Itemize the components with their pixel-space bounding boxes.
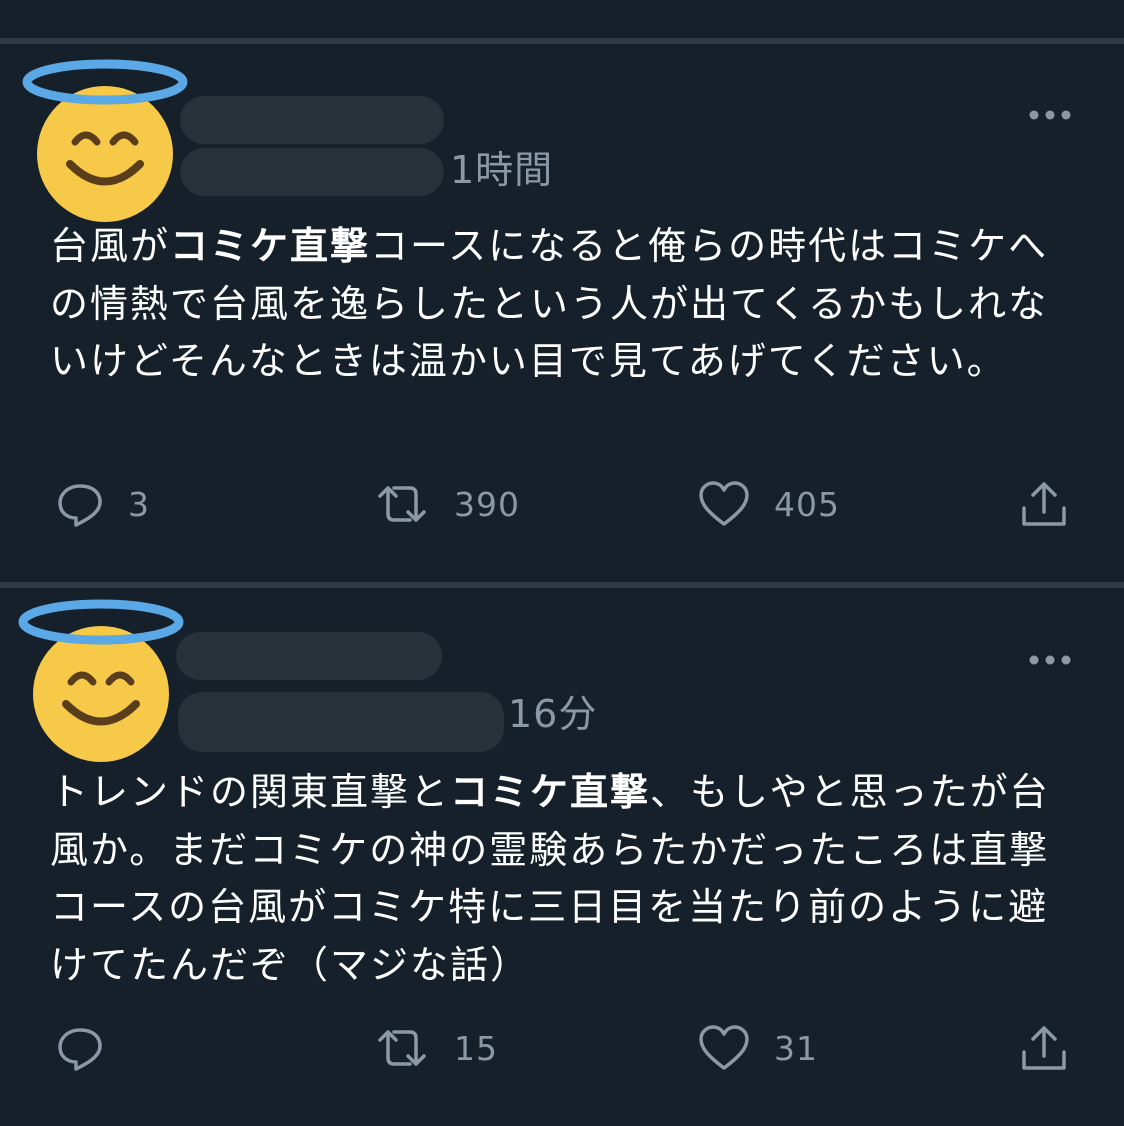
redacted-username[interactable] [180,148,444,196]
like-count: 405 [774,484,840,524]
more-dots-icon[interactable] [1028,654,1072,666]
retweet-count: 390 [454,484,520,524]
tweet-time[interactable]: 16分 [508,695,597,733]
reply-count: 3 [128,484,150,524]
retweet-icon [378,486,426,522]
redacted-username[interactable] [178,692,504,752]
heart-icon [699,481,749,526]
tweet-time[interactable]: 1時間 [450,151,553,189]
retweet-button[interactable]: 390 [374,480,520,528]
reply-button[interactable]: 3 [56,480,150,528]
tweet-text: 台風がコミケ直撃コースになると俺らの時代はコミケへの情熱で台風を逸らしたという人… [50,224,1049,383]
tweet-1[interactable]: 1時間 台風がコミケ直撃コースになると俺らの時代はコミケへの情熱で台風を逸らした… [0,44,1124,582]
reply-button[interactable] [56,1024,104,1072]
smiling-face-with-halo-avatar-icon[interactable] [16,594,186,764]
top-area [0,0,1124,40]
share-icon [1022,482,1066,526]
redacted-display-name[interactable] [180,96,444,144]
retweet-count: 15 [454,1028,498,1068]
share-icon [1022,1026,1066,1070]
heart-icon [699,1025,749,1070]
reply-icon [58,484,102,527]
more-dots-icon[interactable] [1028,109,1072,121]
like-button[interactable]: 31 [698,1024,818,1072]
tweet-text: トレンドの関東直撃とコミケ直撃、もしやと思ったが台風か。まだコミケの神の霊験あら… [50,770,1050,987]
reply-icon [58,1028,102,1071]
share-button[interactable] [1020,1024,1068,1074]
retweet-button[interactable]: 15 [374,1024,498,1072]
share-button[interactable] [1020,480,1068,530]
smiling-face-with-halo-avatar-icon[interactable] [20,54,190,224]
tweet-2[interactable]: 16分 トレンドの関東直撃とコミケ直撃、もしやと思ったが台風か。まだコミケの神の… [0,588,1124,1126]
like-count: 31 [774,1028,818,1068]
like-button[interactable]: 405 [698,480,840,528]
redacted-display-name[interactable] [176,632,442,680]
retweet-icon [378,1030,426,1066]
